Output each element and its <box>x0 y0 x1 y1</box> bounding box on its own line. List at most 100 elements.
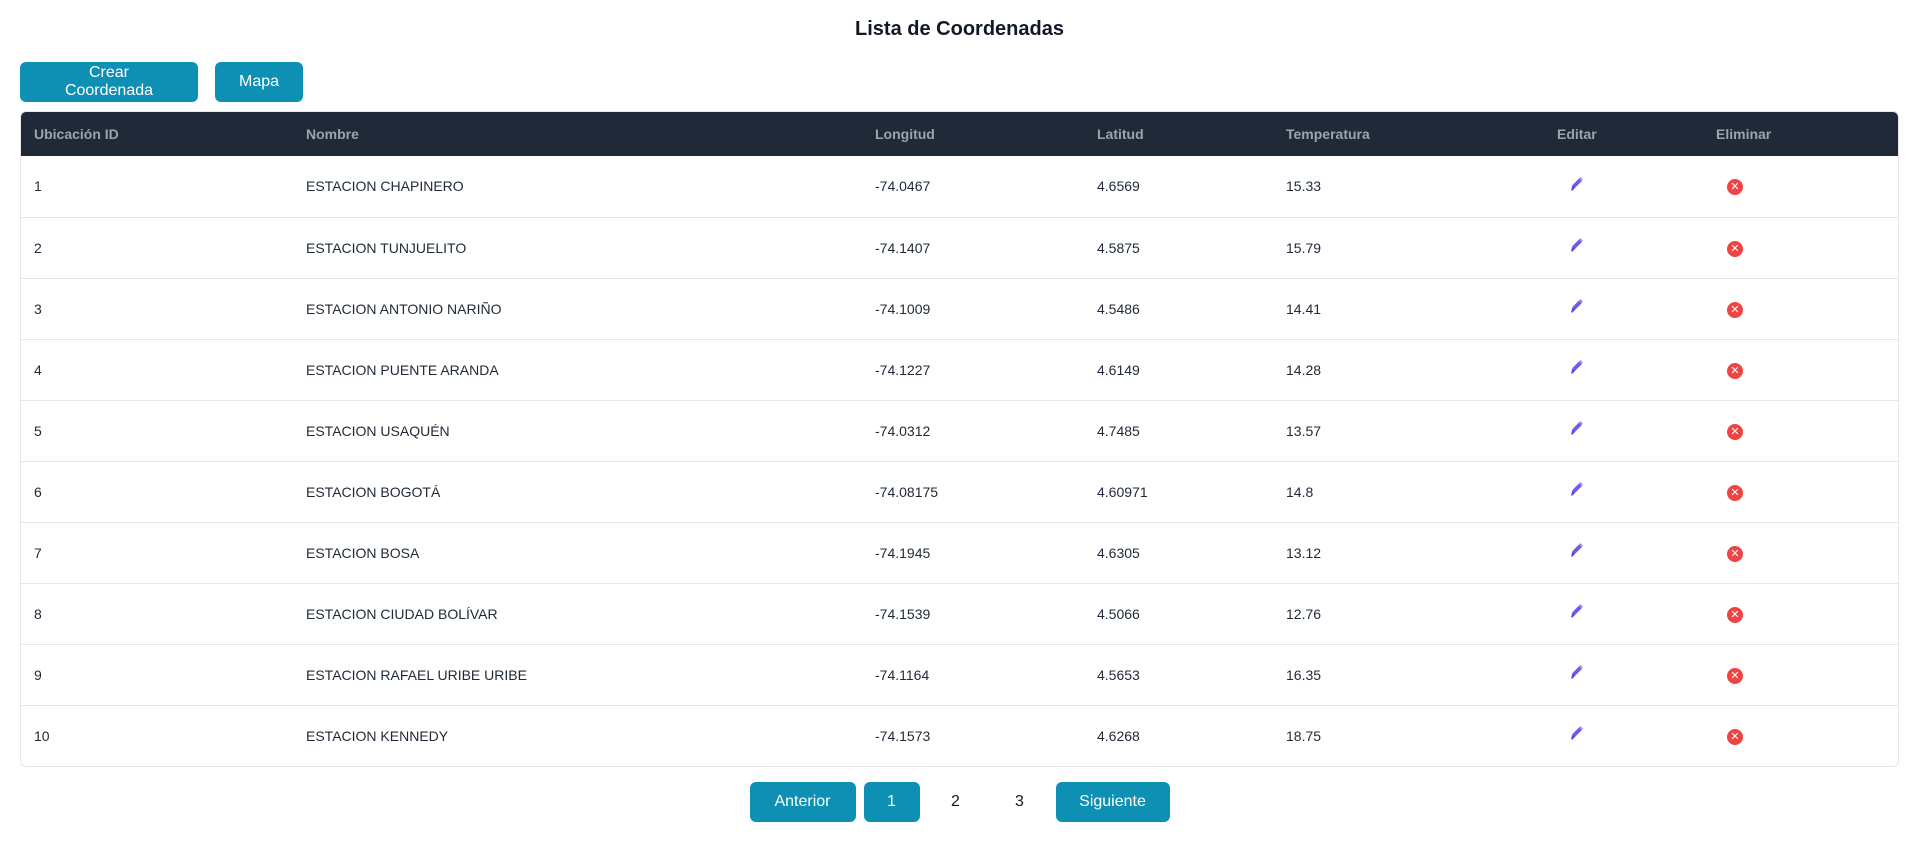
close-circle-icon[interactable]: ✕ <box>1727 728 1743 745</box>
table-row: 10 ESTACION KENNEDY -74.1573 4.6268 18.75 ✕ <box>21 705 1898 766</box>
pencil-icon[interactable] <box>1568 420 1586 438</box>
table-row: 4 ESTACION PUENTE ARANDA -74.1227 4.6149 14.… <box>21 339 1898 400</box>
pencil-icon[interactable] <box>1568 481 1586 499</box>
cell-temperatura: 14.8 <box>1286 483 1314 500</box>
cell-temperatura: 13.12 <box>1286 544 1322 561</box>
table-row: 5 ESTACION USAQUÉN -74.0312 4.7485 13.57 ✕ <box>21 400 1898 461</box>
close-circle-icon[interactable]: ✕ <box>1727 667 1743 684</box>
cell-temperatura: 14.41 <box>1286 300 1322 317</box>
pencil-icon[interactable] <box>1568 542 1586 560</box>
pagination: Anterior 1 2 3 Siguiente <box>0 782 1919 822</box>
cell-editar <box>1544 461 1703 522</box>
pencil-icon[interactable] <box>1568 298 1586 316</box>
cell-latitud: 4.7485 <box>1097 422 1140 439</box>
header-nombre: Nombre <box>306 126 359 142</box>
header-ubicacion-id: Ubicación ID <box>34 126 119 142</box>
cell-ubicacion-id: 8 <box>34 605 42 622</box>
cell-editar <box>1544 522 1703 583</box>
cell-longitud: -74.1227 <box>875 361 931 378</box>
cell-nombre: ESTACION PUENTE ARANDA <box>306 361 499 378</box>
page-button-3[interactable]: 3 <box>992 782 1048 822</box>
close-circle-icon[interactable]: ✕ <box>1727 423 1743 440</box>
cell-editar <box>1544 278 1703 339</box>
map-button[interactable]: Mapa <box>215 62 303 102</box>
cell-editar <box>1544 705 1703 766</box>
cell-ubicacion-id: 3 <box>34 300 42 317</box>
table-header-row: Ubicación ID Nombre Longitud Latitud Tem… <box>21 112 1898 156</box>
page-button-2[interactable]: 2 <box>928 782 984 822</box>
cell-editar <box>1544 400 1703 461</box>
header-longitud: Longitud <box>875 126 935 142</box>
cell-temperatura: 16.35 <box>1286 666 1322 683</box>
cell-nombre: ESTACION BOGOTÁ <box>306 483 441 500</box>
cell-temperatura: 15.79 <box>1286 239 1322 256</box>
pencil-icon[interactable] <box>1568 664 1586 682</box>
close-circle-icon[interactable]: ✕ <box>1727 362 1743 379</box>
cell-ubicacion-id: 6 <box>34 483 42 500</box>
close-circle-icon[interactable]: ✕ <box>1727 179 1743 196</box>
cell-ubicacion-id: 7 <box>34 544 42 561</box>
next-page-button[interactable]: Siguiente <box>1055 782 1170 822</box>
cell-eliminar: ✕ <box>1703 400 1898 461</box>
header-temperatura: Temperatura <box>1286 126 1370 142</box>
cell-latitud: 4.5486 <box>1097 300 1140 317</box>
cell-eliminar: ✕ <box>1703 461 1898 522</box>
coordinates-table: Ubicación ID Nombre Longitud Latitud Tem… <box>21 112 1898 766</box>
cell-latitud: 4.6569 <box>1097 178 1140 195</box>
cell-ubicacion-id: 5 <box>34 422 42 439</box>
close-circle-icon[interactable]: ✕ <box>1727 545 1743 562</box>
cell-longitud: -74.1407 <box>875 239 931 256</box>
cell-longitud: -74.1573 <box>875 727 931 744</box>
cell-temperatura: 12.76 <box>1286 605 1322 622</box>
cell-latitud: 4.6149 <box>1097 361 1140 378</box>
top-actions: Crear Coordenada Mapa <box>20 62 303 102</box>
close-circle-icon[interactable]: ✕ <box>1727 301 1743 318</box>
pencil-icon[interactable] <box>1568 725 1586 743</box>
cell-nombre: ESTACION BOSA <box>306 544 420 561</box>
cell-eliminar: ✕ <box>1703 156 1898 217</box>
table-row: 6 ESTACION BOGOTÁ -74.08175 4.60971 14.8 ✕ <box>21 461 1898 522</box>
cell-longitud: -74.0312 <box>875 422 931 439</box>
cell-editar <box>1544 583 1703 644</box>
pencil-icon[interactable] <box>1568 359 1586 377</box>
pencil-icon[interactable] <box>1568 176 1586 194</box>
close-circle-icon[interactable]: ✕ <box>1727 484 1743 501</box>
cell-temperatura: 18.75 <box>1286 727 1322 744</box>
table-row: 8 ESTACION CIUDAD BOLÍVAR -74.1539 4.5066 12… <box>21 583 1898 644</box>
header-eliminar: Eliminar <box>1716 126 1772 142</box>
cell-latitud: 4.5066 <box>1097 605 1140 622</box>
table-row: 2 ESTACION TUNJUELITO -74.1407 4.5875 15.79 ✕ <box>21 217 1898 278</box>
cell-ubicacion-id: 10 <box>34 727 50 744</box>
cell-ubicacion-id: 2 <box>34 239 42 256</box>
cell-longitud: -74.1539 <box>875 605 931 622</box>
cell-longitud: -74.1945 <box>875 544 931 561</box>
cell-nombre: ESTACION KENNEDY <box>306 727 449 744</box>
cell-eliminar: ✕ <box>1703 644 1898 705</box>
header-editar: Editar <box>1557 126 1597 142</box>
cell-longitud: -74.08175 <box>875 483 939 500</box>
page: Lista de Coordenadas Crear Coordenada Ma… <box>0 0 1919 849</box>
cell-longitud: -74.1164 <box>875 666 930 683</box>
cell-ubicacion-id: 4 <box>34 361 42 378</box>
cell-editar <box>1544 644 1703 705</box>
cell-eliminar: ✕ <box>1703 339 1898 400</box>
close-circle-icon[interactable]: ✕ <box>1727 240 1743 257</box>
cell-nombre: ESTACION RAFAEL URIBE URIBE <box>306 666 527 683</box>
cell-latitud: 4.6305 <box>1097 544 1140 561</box>
cell-nombre: ESTACION CIUDAD BOLÍVAR <box>306 605 498 622</box>
cell-nombre: ESTACION ANTONIO NARIÑO <box>306 300 502 317</box>
pencil-icon[interactable] <box>1568 237 1586 255</box>
previous-page-button[interactable]: Anterior <box>749 782 856 822</box>
cell-eliminar: ✕ <box>1703 217 1898 278</box>
cell-longitud: -74.0467 <box>875 178 931 195</box>
page-button-1[interactable]: 1 <box>863 782 920 822</box>
pencil-icon[interactable] <box>1568 603 1586 621</box>
create-coordinate-button[interactable]: Crear Coordenada <box>20 62 198 102</box>
close-circle-icon[interactable]: ✕ <box>1727 606 1743 623</box>
cell-eliminar: ✕ <box>1703 278 1898 339</box>
table-row: 9 ESTACION RAFAEL URIBE URIBE -74.1164 4.56… <box>21 644 1898 705</box>
cell-temperatura: 13.57 <box>1286 422 1322 439</box>
cell-temperatura: 15.33 <box>1286 178 1322 195</box>
cell-latitud: 4.60971 <box>1097 483 1148 500</box>
table-row: 7 ESTACION BOSA -74.1945 4.6305 13.12 ✕ <box>21 522 1898 583</box>
